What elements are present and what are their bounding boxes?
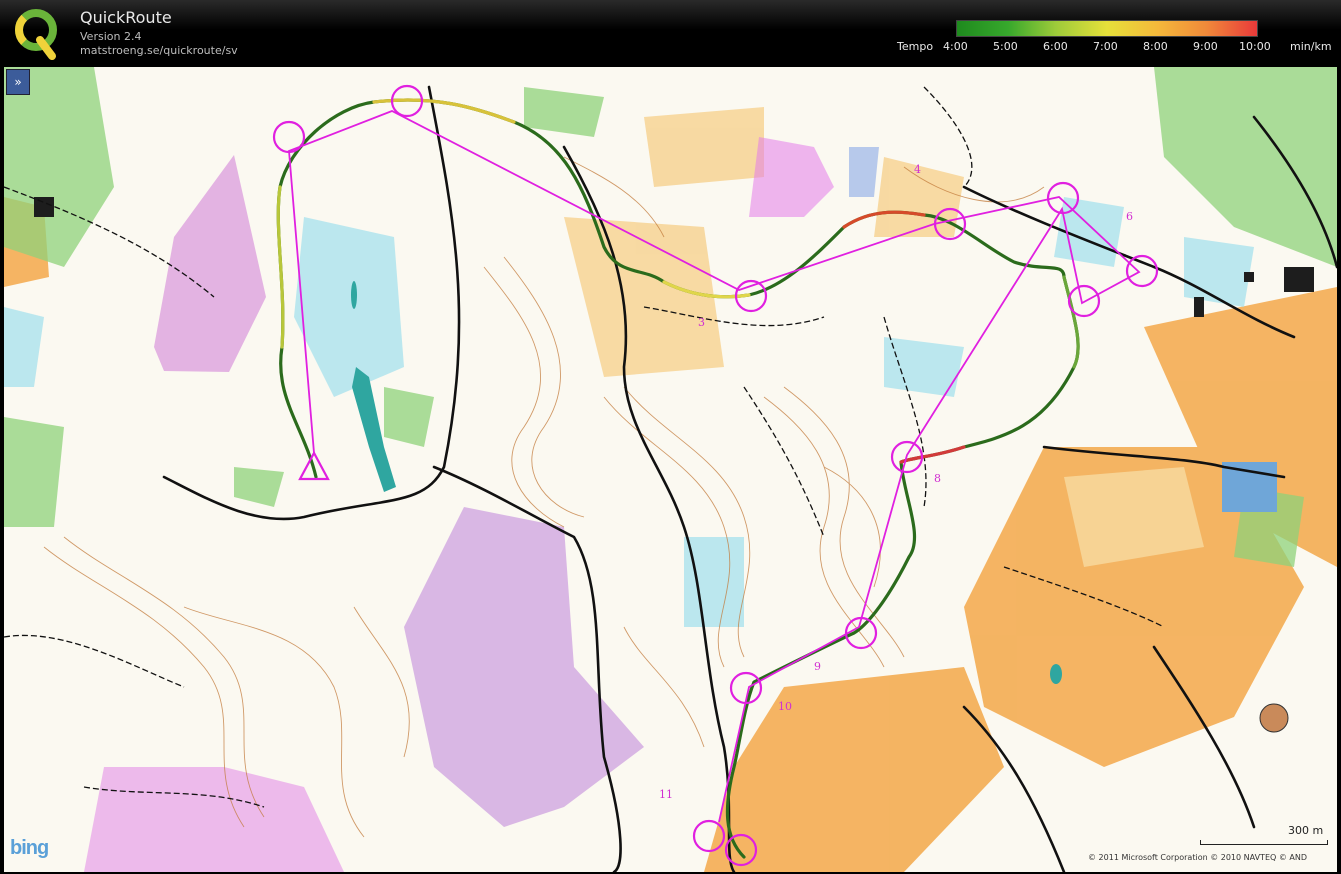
pace-color-bar	[956, 20, 1258, 37]
pace-tick: 4:00	[943, 40, 968, 53]
pace-tick: 6:00	[1043, 40, 1068, 53]
pace-unit: min/km	[1290, 40, 1332, 53]
app-header: QuickRoute Version 2.4 matstroeng.se/qui…	[0, 0, 1341, 66]
map-copyright: © 2011 Microsoft Corporation © 2010 NAVT…	[1088, 853, 1307, 862]
quickroute-logo-icon	[15, 9, 57, 60]
control-number: 3	[698, 316, 705, 329]
control-number: 8	[934, 472, 941, 485]
pace-tick: 8:00	[1143, 40, 1168, 53]
expand-panel-button[interactable]: »	[6, 69, 30, 95]
app-url[interactable]: matstroeng.se/quickroute/sv	[80, 44, 238, 57]
bing-logo: bing	[10, 837, 49, 859]
control-number: 10	[778, 700, 792, 713]
orienteering-map[interactable]: 3 4 6 8 9 10 11 » bing 300 m © 2011 Micr…	[4, 67, 1337, 872]
control-number: 9	[814, 660, 821, 673]
control-number: 4	[914, 163, 921, 176]
control-number: 11	[659, 788, 673, 801]
scale-label: 300 m	[1288, 824, 1324, 837]
pace-tick: 10:00	[1239, 40, 1271, 53]
pace-tick: 7:00	[1093, 40, 1118, 53]
pace-legend-label: Tempo	[897, 40, 934, 53]
map-symbol-circle	[1259, 703, 1289, 733]
scale-bar	[1200, 840, 1328, 845]
pace-tick: 9:00	[1193, 40, 1218, 53]
app-version: Version 2.4	[80, 30, 142, 43]
pace-tick: 5:00	[993, 40, 1018, 53]
pace-legend: Tempo 4:00 5:00 6:00 7:00 8:00 9:00 10:0…	[895, 18, 1335, 58]
control-number: 6	[1126, 210, 1133, 223]
app-title: QuickRoute	[80, 8, 172, 27]
map-canvas[interactable]: 3 4 6 8 9 10 11	[4, 67, 1337, 872]
